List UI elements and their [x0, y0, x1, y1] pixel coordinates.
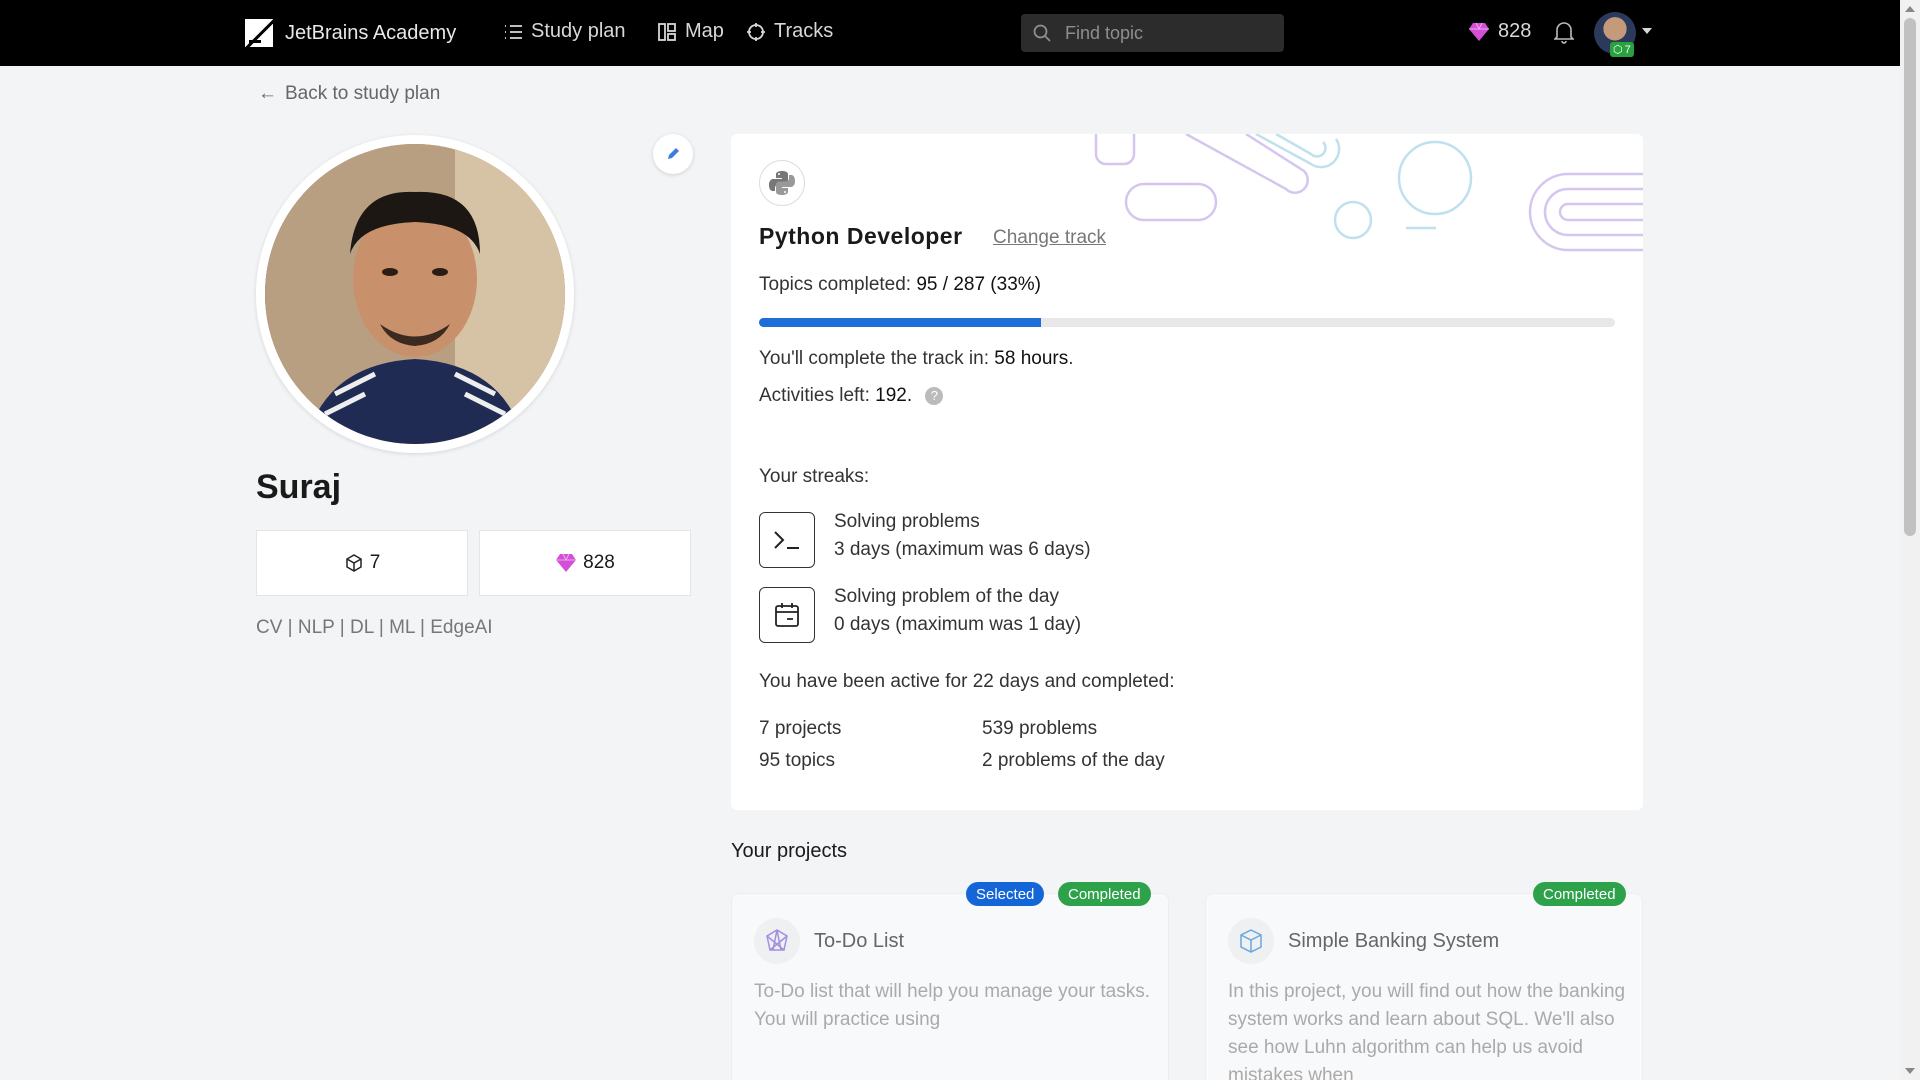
project-name: Simple Banking System: [1288, 930, 1500, 952]
completion-estimate-label: You'll complete the track in:: [759, 348, 989, 369]
activity-summary: You have been active for 22 days and com…: [759, 671, 1175, 692]
topics-completed-line: Topics completed: 95 / 287 (33%): [759, 274, 1041, 296]
profile-photo-image: [265, 144, 565, 444]
gem-icon: [556, 553, 577, 572]
active-days-count: 22: [972, 671, 994, 692]
streak-potd-title: Solving problem of the day: [834, 586, 1059, 607]
completion-estimate-value: 58 hours: [994, 348, 1069, 369]
projects-section-title: Your projects: [731, 840, 847, 862]
gems-counter[interactable]: 828: [1468, 20, 1531, 43]
nav-tracks[interactable]: Tracks: [746, 20, 833, 43]
terminal-icon: [759, 512, 815, 568]
track-progress-fill: [759, 318, 1042, 327]
project-card-todo-list[interactable]: To-Do List To-Do list that will help you…: [731, 893, 1169, 1080]
project-description: In this project, you will find out how t…: [1228, 981, 1626, 1080]
bell-icon: [1553, 22, 1575, 44]
streak-potd-days: 0: [834, 614, 845, 635]
help-icon[interactable]: ?: [925, 386, 944, 405]
list-icon: [505, 24, 522, 39]
top-navbar: JetBrains Academy Study plan Map Tracks …: [0, 0, 1900, 66]
arrow-left-icon: ←: [258, 83, 277, 104]
nav-tracks-label: Tracks: [774, 20, 834, 42]
page-scrollbar[interactable]: [1900, 0, 1920, 1080]
nav-map[interactable]: Map: [657, 20, 724, 43]
completed-badge: Completed: [1533, 882, 1626, 906]
notifications-button[interactable]: [1553, 20, 1575, 49]
scroll-thumb[interactable]: [1904, 18, 1916, 536]
stat-projects: 7 projects: [759, 718, 842, 739]
decorative-shapes: [1094, 134, 1643, 252]
project-name: To-Do List: [814, 930, 905, 952]
gems-count: 828: [1498, 20, 1532, 42]
search-input[interactable]: [1065, 22, 1265, 44]
project-description: To-Do list that will help you manage you…: [754, 981, 1151, 1030]
streak-solving-problems-title: Solving problems: [834, 511, 980, 532]
profile-name: Suraj: [256, 468, 342, 506]
jetbrains-logo-icon: [245, 19, 273, 47]
search-icon: [1033, 24, 1051, 42]
chevron-down-icon[interactable]: [1642, 28, 1652, 34]
completion-estimate-line: You'll complete the track in: 58 hours.: [759, 348, 1074, 369]
nav-map-label: Map: [685, 20, 724, 42]
profile-bio: CV | NLP | DL | ML | EdgeAI: [256, 617, 493, 638]
track-progress-card: Python Developer Change track Topics com…: [731, 134, 1643, 810]
nav-study-plan[interactable]: Study plan: [503, 20, 626, 43]
brand-name: JetBrains Academy: [285, 21, 457, 44]
profile-photo: [256, 135, 574, 453]
streak-solving-problems-days: 3: [834, 539, 845, 560]
streak-solving-problems: Solving problems 3 days (maximum was 6 d…: [834, 508, 1091, 564]
project-icon: [1228, 918, 1274, 964]
back-link-label: Back to study plan: [285, 83, 441, 104]
activities-left-line: Activities left: 192. ?: [759, 385, 944, 407]
streaks-title: Your streaks:: [759, 466, 870, 487]
track-title: Python Developer: [759, 223, 963, 249]
nav-study-plan-label: Study plan: [531, 20, 626, 42]
scroll-up-arrow[interactable]: [1905, 6, 1915, 12]
topics-completed-label: Topics completed:: [759, 274, 912, 295]
cube-icon: ⬡: [1613, 44, 1623, 56]
streak-solving-problems-max: 6: [1028, 539, 1039, 560]
scroll-down-arrow[interactable]: [1905, 1068, 1915, 1074]
gems-stat-box[interactable]: 828: [479, 530, 691, 596]
streak-problem-of-the-day: Solving problem of the day 0 days (maxim…: [834, 583, 1081, 639]
edit-profile-button[interactable]: [653, 134, 693, 174]
completed-badge: Completed: [1058, 882, 1151, 906]
person-photo-illustration: [265, 144, 565, 444]
activities-left-value: 192.: [875, 385, 913, 406]
selected-badge: Selected: [966, 882, 1045, 906]
avatar-badge-count: 7: [1624, 43, 1631, 56]
brand-logo[interactable]: JetBrains Academy: [245, 19, 456, 47]
cube-icon: [345, 554, 362, 572]
stat-topics: 95 topics: [759, 750, 836, 771]
project-card-simple-banking-system[interactable]: Simple Banking System In this project, y…: [1205, 893, 1643, 1080]
stat-problems-of-the-day: 2 problems of the day: [982, 750, 1165, 771]
streak-potd-max: 1: [1028, 614, 1039, 635]
tracks-icon: [747, 22, 765, 41]
gem-icon: [1469, 22, 1489, 41]
projects-stat-box[interactable]: 7: [256, 530, 468, 596]
calendar-icon: [759, 587, 815, 643]
avatar-projects-badge: ⬡ 7: [1610, 42, 1634, 57]
python-icon: [759, 160, 805, 206]
back-to-study-plan-link[interactable]: ← Back to study plan: [258, 83, 440, 105]
activities-left-label: Activities left:: [759, 385, 870, 406]
projects-stat-count: 7: [369, 552, 381, 573]
change-track-link[interactable]: Change track: [993, 227, 1106, 249]
map-icon: [658, 22, 676, 41]
gems-stat-count: 828: [583, 552, 615, 573]
stat-problems: 539 problems: [982, 718, 1098, 739]
pencil-icon: [668, 148, 679, 159]
track-progress-bar: [759, 318, 1615, 327]
search-box[interactable]: [1021, 14, 1284, 52]
topics-completed-value: 95 / 287 (33%): [916, 274, 1041, 295]
project-icon: [754, 918, 800, 964]
